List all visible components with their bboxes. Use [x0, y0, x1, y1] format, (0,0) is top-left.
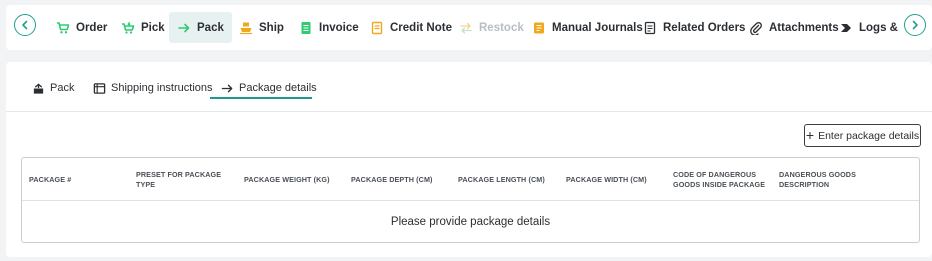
subtab-shipping-instructions-label: Shipping instructions: [111, 82, 213, 94]
restock-icon: [459, 21, 473, 35]
tab-ship[interactable]: Ship: [231, 12, 292, 43]
journal-icon: [532, 21, 546, 35]
tab-credit-note-label: Credit Note: [390, 21, 452, 34]
tab-logs[interactable]: Logs & Attri: [831, 12, 900, 43]
list-icon: [93, 82, 106, 94]
active-subtab-indicator: [210, 97, 312, 99]
tab-invoice[interactable]: Invoice: [291, 12, 367, 43]
tab-pack[interactable]: Pack: [169, 12, 232, 43]
column-header[interactable]: PACKAGE WEIGHT (KG): [244, 158, 344, 201]
package-table: PACKAGE # PRESET FOR PACKAGE TYPE PACKAG…: [21, 157, 920, 243]
pack-subtabs: Pack Shipping instructions Package detai…: [6, 62, 932, 112]
column-header[interactable]: PACKAGE DEPTH (CM): [351, 158, 451, 201]
tab-credit-note[interactable]: Credit Note: [362, 12, 460, 43]
tab-pick-label: Pick: [141, 21, 165, 34]
table-header: PACKAGE # PRESET FOR PACKAGE TYPE PACKAG…: [22, 158, 919, 201]
chevron-right-icon: [912, 20, 918, 30]
pack-panel: Pack Shipping instructions Package detai…: [6, 62, 932, 257]
pick-cart-icon: [121, 21, 135, 35]
enter-package-details-label: Enter package details: [818, 129, 920, 142]
column-header[interactable]: PACKAGE LENGTH (CM): [458, 158, 558, 201]
subtab-package-details-label: Package details: [239, 82, 317, 94]
chevron-left-icon: [22, 20, 28, 30]
tab-invoice-label: Invoice: [319, 21, 359, 34]
scroll-left-button[interactable]: [14, 14, 36, 36]
logs-icon: [839, 21, 853, 35]
pack-icon: [33, 82, 44, 94]
column-header[interactable]: PACKAGE #: [29, 158, 129, 201]
cart-icon: [56, 21, 70, 35]
tab-ship-label: Ship: [259, 21, 284, 34]
tab-logs-label: Logs & Attri: [859, 21, 900, 34]
tab-related-orders-label: Related Orders: [663, 21, 746, 34]
tab-pack-label: Pack: [197, 21, 224, 34]
tab-attachments-label: Attachments: [769, 21, 839, 34]
scroll-right-button[interactable]: [904, 14, 926, 36]
invoice-icon: [299, 21, 313, 35]
column-header[interactable]: PACKAGE WIDTH (CM): [566, 158, 666, 201]
ship-icon: [239, 21, 253, 35]
related-orders-icon: [643, 21, 657, 35]
subtab-shipping-instructions[interactable]: Shipping instructions: [93, 76, 213, 100]
order-toolbar: Order Pick Pack Ship Invoice Credit Note…: [6, 5, 932, 50]
tab-manual-journals-label: Manual Journals: [552, 21, 643, 34]
arrow-right-icon: [177, 21, 191, 35]
column-header[interactable]: PRESET FOR PACKAGE TYPE: [136, 158, 234, 201]
column-header[interactable]: CODE OF DANGEROUS GOODS INSIDE PACKAGE: [673, 158, 771, 201]
credit-note-icon: [370, 21, 384, 35]
column-header[interactable]: DANGEROUS GOODS DESCRIPTION: [779, 158, 877, 201]
order-tabs: Order Pick Pack Ship Invoice Credit Note…: [42, 12, 900, 43]
tab-restock-label: Restock: [479, 21, 524, 34]
tab-related-orders[interactable]: Related Orders: [635, 12, 753, 43]
empty-table-message: Please provide package details: [390, 215, 551, 228]
tab-pick[interactable]: Pick: [113, 12, 173, 43]
tab-order-label: Order: [76, 21, 108, 34]
enter-package-details-button[interactable]: + Enter package details: [804, 124, 921, 147]
subtab-pack[interactable]: Pack: [32, 76, 74, 100]
tab-order[interactable]: Order: [48, 12, 115, 43]
paperclip-icon: [749, 21, 763, 35]
subtab-pack-label: Pack: [50, 82, 75, 94]
plus-icon: +: [805, 127, 815, 143]
arrow-right-icon: [221, 84, 233, 92]
tab-manual-journals[interactable]: Manual Journals: [524, 12, 651, 43]
tab-restock[interactable]: Restock: [451, 12, 532, 43]
